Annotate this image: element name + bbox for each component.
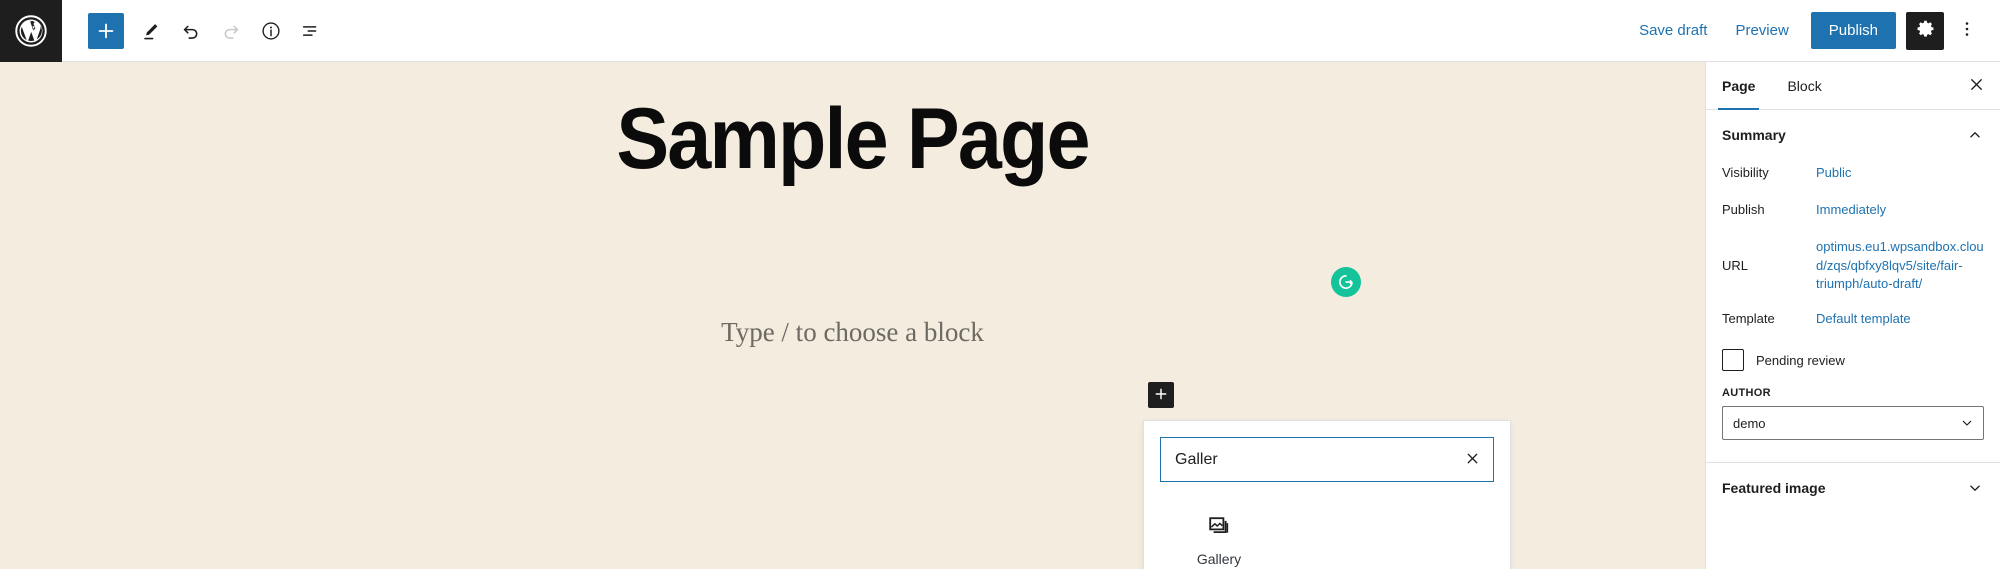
url-label: URL	[1722, 257, 1816, 275]
featured-image-panel-header[interactable]: Featured image	[1706, 463, 2000, 513]
gallery-icon	[1207, 514, 1231, 538]
visibility-label: Visibility	[1722, 164, 1816, 182]
list-view-button[interactable]	[292, 12, 330, 50]
tab-page[interactable]: Page	[1706, 62, 1771, 109]
summary-row-url: URL optimus.eu1.wpsandbox.cloud/zqs/qbfx…	[1722, 234, 1984, 307]
block-inserter-popover: Gallery	[1143, 420, 1511, 569]
plus-icon	[95, 20, 117, 42]
settings-sidebar: Page Block Summary	[1705, 62, 2000, 569]
tools-button[interactable]	[132, 12, 170, 50]
kebab-menu-icon	[1957, 19, 1977, 42]
wordpress-block-editor: Save draft Preview Publish	[0, 0, 2000, 569]
list-view-icon	[300, 20, 322, 42]
chevron-down-icon	[1966, 479, 1984, 497]
editor-body: Sample Page Type / to choose a block	[0, 62, 2000, 569]
visibility-value[interactable]: Public	[1816, 164, 1984, 183]
undo-icon	[180, 20, 202, 42]
close-sidebar-button[interactable]	[1952, 62, 2000, 109]
chevron-up-icon	[1966, 126, 1984, 144]
redo-icon	[220, 20, 242, 42]
summary-panel-header[interactable]: Summary	[1706, 110, 2000, 160]
undo-button[interactable]	[172, 12, 210, 50]
search-box	[1160, 437, 1494, 482]
summary-panel-title: Summary	[1722, 127, 1786, 143]
chevron-down-icon	[1959, 415, 1975, 431]
grammarly-icon[interactable]	[1331, 267, 1361, 297]
url-value[interactable]: optimus.eu1.wpsandbox.cloud/zqs/qbfxy8lq…	[1816, 238, 1984, 295]
pending-review-checkbox[interactable]	[1722, 349, 1744, 371]
empty-paragraph-placeholder[interactable]: Type / to choose a block	[0, 317, 1705, 348]
clear-search-button[interactable]	[1459, 447, 1485, 473]
pending-review-label[interactable]: Pending review	[1756, 353, 1845, 368]
header-spacer	[330, 0, 1625, 61]
template-label: Template	[1722, 310, 1816, 328]
plus-icon	[1153, 386, 1169, 405]
publish-value[interactable]: Immediately	[1816, 201, 1984, 220]
save-draft-button[interactable]: Save draft	[1625, 15, 1721, 46]
info-icon	[260, 20, 282, 42]
settings-button[interactable]	[1906, 12, 1944, 50]
block-results-grid: Gallery	[1144, 482, 1510, 566]
author-label: AUTHOR	[1722, 387, 1984, 399]
pending-review-row: Pending review	[1722, 343, 1984, 387]
header-right-toolbar: Save draft Preview Publish	[1625, 0, 2000, 61]
add-block-button[interactable]	[88, 13, 124, 49]
tab-block[interactable]: Block	[1771, 62, 1837, 109]
inserter-search-row	[1144, 421, 1510, 482]
author-value: demo	[1723, 416, 1766, 431]
template-value[interactable]: Default template	[1816, 310, 1984, 329]
gear-icon	[1915, 19, 1936, 43]
publish-button[interactable]: Publish	[1811, 12, 1896, 49]
preview-button[interactable]: Preview	[1721, 15, 1802, 46]
sidebar-tablist: Page Block	[1706, 62, 2000, 110]
close-icon	[1967, 75, 1986, 97]
summary-row-publish: Publish Immediately	[1722, 197, 1984, 234]
pencil-icon	[140, 20, 162, 42]
featured-image-panel-title: Featured image	[1722, 480, 1825, 496]
editor-canvas[interactable]: Sample Page Type / to choose a block	[0, 62, 1705, 569]
block-appender-button[interactable]	[1148, 382, 1174, 408]
summary-row-visibility: Visibility Public	[1722, 160, 1984, 197]
summary-panel-body: Visibility Public Publish Immediately UR…	[1706, 160, 2000, 462]
block-search-input[interactable]	[1161, 438, 1493, 481]
publish-label: Publish	[1722, 201, 1816, 219]
page-title[interactable]: Sample Page	[68, 94, 1637, 184]
redo-button[interactable]	[212, 12, 250, 50]
more-options-button[interactable]	[1948, 12, 1986, 50]
block-item-gallery[interactable]: Gallery	[1176, 508, 1262, 566]
editor-header: Save draft Preview Publish	[0, 0, 2000, 62]
summary-row-template: Template Default template	[1722, 306, 1984, 343]
wordpress-logo-icon[interactable]	[0, 0, 62, 62]
block-item-label: Gallery	[1197, 552, 1241, 566]
close-icon	[1464, 450, 1481, 470]
header-left-toolbar	[62, 0, 330, 61]
details-button[interactable]	[252, 12, 290, 50]
author-select[interactable]: demo	[1722, 406, 1984, 440]
